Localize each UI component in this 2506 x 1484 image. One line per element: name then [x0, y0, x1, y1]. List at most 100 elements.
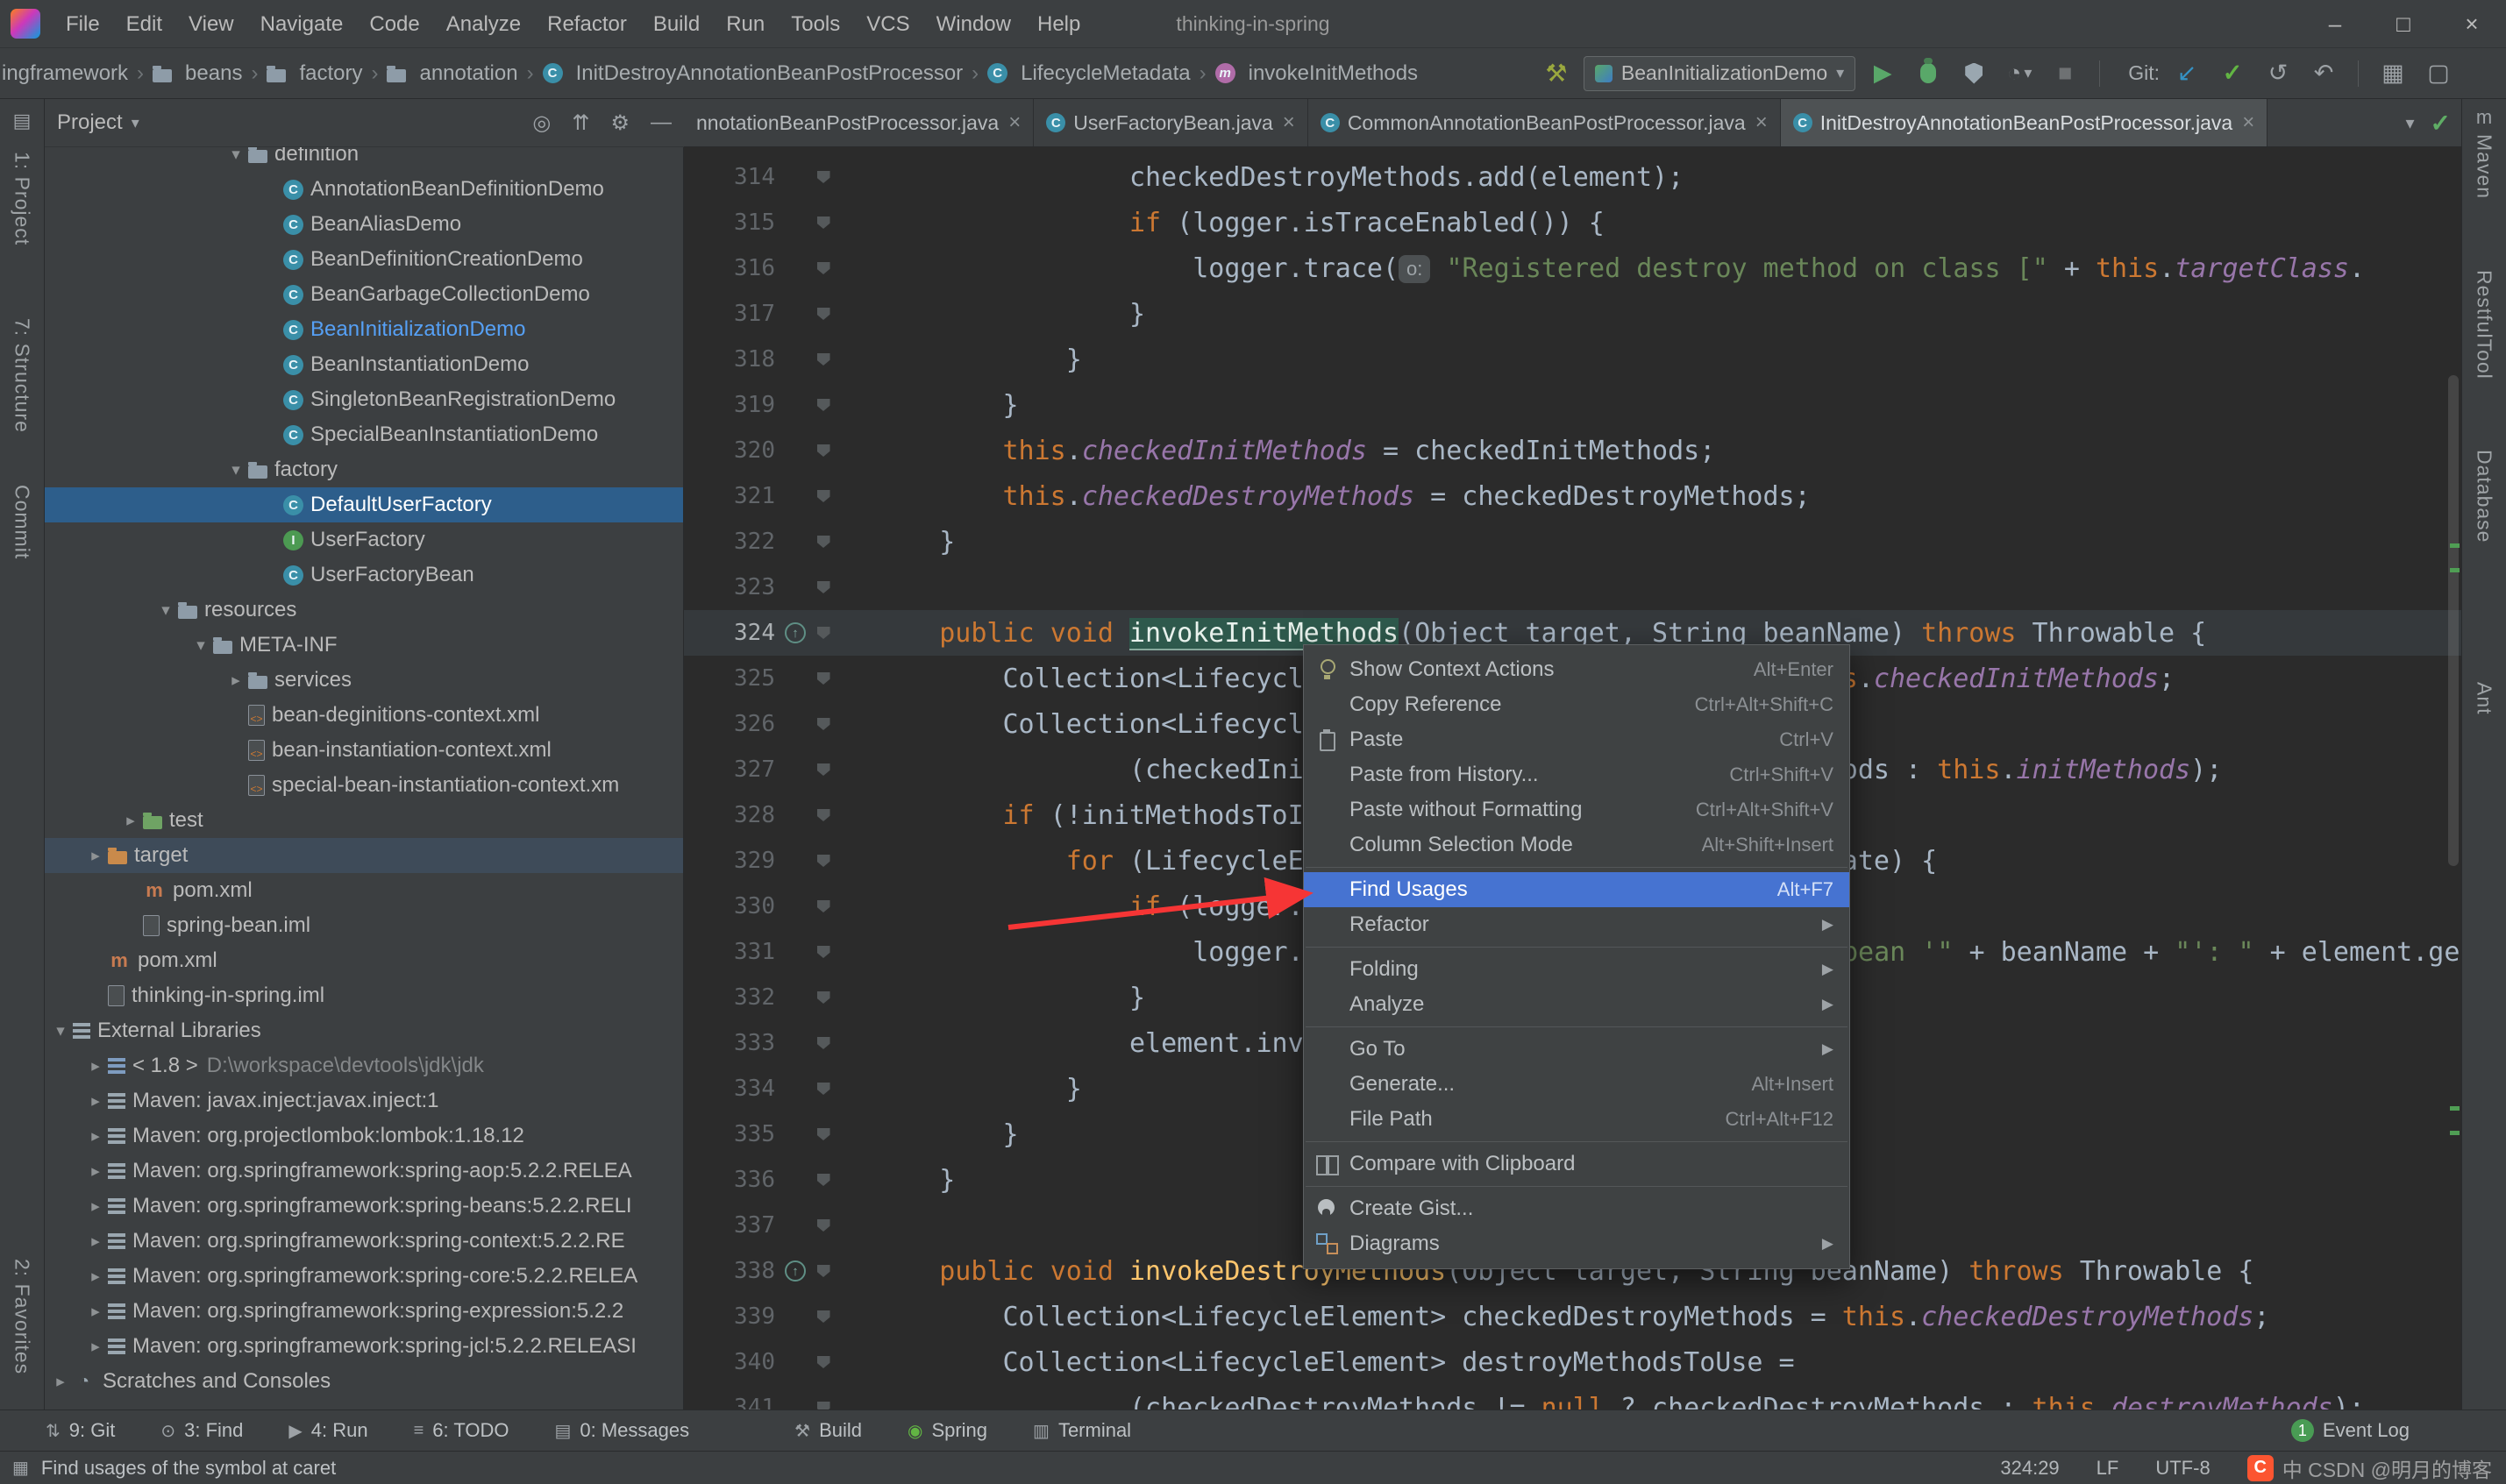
- tool-window-button-3-find[interactable]: ⊙3: Find: [160, 1419, 243, 1442]
- wrench-icon[interactable]: ⚒: [1538, 55, 1575, 92]
- tree-item-maven-org-springframework-spring-aop-5-2-2-relea[interactable]: ▸Maven: org.springframework:spring-aop:5…: [45, 1154, 683, 1189]
- tree-item-definition[interactable]: ▾definition: [45, 147, 683, 172]
- fold-marker-icon[interactable]: [810, 353, 837, 366]
- editor-tab-commonannotationbeanpostprocessor-java[interactable]: CCommonAnnotationBeanPostProcessor.java×: [1308, 99, 1781, 146]
- tool-window-button-ant[interactable]: Ant: [2473, 682, 2496, 715]
- menu-build[interactable]: Build: [640, 12, 713, 36]
- code-text[interactable]: this.checkedInitMethods = checkedInitMet…: [837, 436, 1715, 466]
- show-context-actions-menu-item[interactable]: Show Context ActionsAlt+Enter: [1304, 652, 1849, 687]
- tree-item-maven-org-springframework-spring-jcl-5-2-2-releasi[interactable]: ▸Maven: org.springframework:spring-jcl:5…: [45, 1329, 683, 1364]
- code-text[interactable]: }: [837, 299, 1145, 330]
- expand-arrow-icon[interactable]: ▸: [118, 811, 143, 831]
- tree-item-beaninitializationdemo[interactable]: CBeanInitializationDemo: [45, 312, 683, 347]
- code-text[interactable]: Collection<LifecycleElement> destroyMeth…: [837, 1347, 1795, 1378]
- expand-arrow-icon[interactable]: ▸: [83, 1091, 108, 1111]
- locate-file-icon[interactable]: ◎: [532, 110, 551, 136]
- tree-item-maven-javax-inject-javax-inject-1[interactable]: ▸Maven: javax.inject:javax.inject:1: [45, 1083, 683, 1118]
- editor-scrollbar[interactable]: [2448, 375, 2459, 866]
- tree-item-pom-xml[interactable]: mpom.xml: [45, 943, 683, 978]
- error-stripe-mark[interactable]: [2450, 1106, 2460, 1111]
- run-button[interactable]: ▶: [1864, 55, 1901, 92]
- history-button[interactable]: ↺: [2260, 55, 2296, 92]
- tool-window-button-terminal[interactable]: ▥Terminal: [1033, 1419, 1131, 1442]
- tree-item-defaultuserfactory[interactable]: CDefaultUserFactory: [45, 487, 683, 522]
- gear-icon[interactable]: ⚙: [610, 110, 630, 136]
- diagrams-menu-item[interactable]: Diagrams▶: [1304, 1226, 1849, 1261]
- tree-item-test[interactable]: ▸test: [45, 803, 683, 838]
- vcs-commit-button[interactable]: ✓: [2214, 55, 2251, 92]
- compare-with-clipboard-menu-item[interactable]: Compare with Clipboard: [1304, 1147, 1849, 1182]
- fold-marker-icon[interactable]: [810, 490, 837, 502]
- tree-item-maven-org-projectlombok-lombok-1-18-12[interactable]: ▸Maven: org.projectlombok:lombok:1.18.12: [45, 1118, 683, 1154]
- tool-window-button-9-git[interactable]: ⇅9: Git: [46, 1419, 115, 1442]
- fold-marker-icon[interactable]: [810, 1174, 837, 1186]
- expand-arrow-icon[interactable]: ▸: [83, 1196, 108, 1217]
- event-log-button[interactable]: 1 Event Log: [2291, 1419, 2410, 1442]
- menu-window[interactable]: Window: [923, 12, 1024, 36]
- editor-tab-nnotationbeanpostprocessor-java[interactable]: nnotationBeanPostProcessor.java×: [684, 99, 1034, 146]
- close-tab-icon[interactable]: ×: [1755, 110, 1768, 135]
- tree-item-bean-deginitions-context-xml[interactable]: <>bean-deginitions-context.xml: [45, 698, 683, 733]
- expand-arrow-icon[interactable]: ▾: [48, 1021, 73, 1041]
- coverage-button[interactable]: [1955, 55, 1992, 92]
- expand-arrow-icon[interactable]: ▸: [83, 1267, 108, 1287]
- fold-marker-icon[interactable]: [810, 308, 837, 320]
- code-text[interactable]: }: [837, 1074, 1082, 1104]
- vcs-update-button[interactable]: ↙: [2168, 55, 2205, 92]
- breadcrumb-item-beans[interactable]: beans: [153, 61, 242, 86]
- encoding-indicator[interactable]: UTF-8: [2155, 1457, 2210, 1480]
- tree-item-specialbeaninstantiationdemo[interactable]: CSpecialBeanInstantiationDemo: [45, 417, 683, 452]
- analyze-menu-item[interactable]: Analyze▶: [1304, 987, 1849, 1022]
- breadcrumb-item-ingframework[interactable]: ingframework: [2, 61, 128, 86]
- breadcrumb-item-initdestroyannotationbeanpostprocessor[interactable]: CInitDestroyAnnotationBeanPostProcessor: [543, 61, 964, 86]
- collapse-all-icon[interactable]: ⇈: [572, 110, 589, 136]
- fold-marker-icon[interactable]: [810, 536, 837, 548]
- paste-without-formatting-menu-item[interactable]: Paste without FormattingCtrl+Alt+Shift+V: [1304, 792, 1849, 827]
- profiler-button[interactable]: ◔▾: [2001, 55, 2038, 92]
- fold-marker-icon[interactable]: [810, 672, 837, 685]
- fold-marker-icon[interactable]: [810, 1083, 837, 1095]
- code-text[interactable]: (checkedDestroyMethods != null ? checked…: [837, 1393, 2365, 1410]
- tree-item-pom-xml[interactable]: mpom.xml: [45, 873, 683, 908]
- run-config-selector[interactable]: BeanInitializationDemo ▾: [1584, 56, 1855, 91]
- fold-marker-icon[interactable]: [810, 1402, 837, 1409]
- code-text[interactable]: if (logger.isTraceEnabled()) {: [837, 208, 1605, 238]
- tree-item-userfactory[interactable]: IUserFactory: [45, 522, 683, 557]
- code-text[interactable]: }: [837, 1119, 1019, 1150]
- expand-arrow-icon[interactable]: ▾: [224, 147, 248, 165]
- tool-window-button-spring[interactable]: ◉Spring: [908, 1419, 987, 1442]
- stop-button[interactable]: ■: [2047, 55, 2083, 92]
- expand-arrow-icon[interactable]: ▸: [83, 1232, 108, 1252]
- menu-help[interactable]: Help: [1024, 12, 1093, 36]
- fold-marker-icon[interactable]: [810, 900, 837, 912]
- hide-panel-icon[interactable]: —: [651, 110, 672, 136]
- close-tab-icon[interactable]: ×: [1283, 110, 1295, 135]
- tree-item-1-8[interactable]: ▸< 1.8 > D:\workspace\devtools\jdk\jdk: [45, 1048, 683, 1083]
- code-text[interactable]: }: [837, 390, 1019, 421]
- tree-item-factory[interactable]: ▾factory: [45, 452, 683, 487]
- fold-marker-icon[interactable]: [810, 855, 837, 867]
- tree-item-maven-org-springframework-spring-core-5-2-2-relea[interactable]: ▸Maven: org.springframework:spring-core:…: [45, 1259, 683, 1294]
- minimize-button[interactable]: –: [2301, 0, 2369, 48]
- expand-arrow-icon[interactable]: ▾: [224, 460, 248, 480]
- column-selection-mode-menu-item[interactable]: Column Selection ModeAlt+Shift+Insert: [1304, 827, 1849, 863]
- code-text[interactable]: }: [837, 983, 1145, 1013]
- menu-run[interactable]: Run: [713, 12, 778, 36]
- fold-marker-icon[interactable]: [810, 1265, 837, 1277]
- code-text[interactable]: checkedDestroyMethods.add(element);: [837, 162, 1684, 193]
- menu-tools[interactable]: Tools: [778, 12, 853, 36]
- monitor-icon[interactable]: ▢: [2420, 55, 2457, 92]
- project-view-selector[interactable]: Project: [57, 110, 123, 135]
- fold-marker-icon[interactable]: [810, 1219, 837, 1232]
- tree-item-maven-org-springframework-spring-context-5-2-2-re[interactable]: ▸Maven: org.springframework:spring-conte…: [45, 1224, 683, 1259]
- tree-item-singletonbeanregistrationdemo[interactable]: CSingletonBeanRegistrationDemo: [45, 382, 683, 417]
- menu-edit[interactable]: Edit: [113, 12, 175, 36]
- breadcrumb-item-invokeinitmethods[interactable]: minvokeInitMethods: [1215, 61, 1418, 86]
- maximize-button[interactable]: □: [2369, 0, 2438, 48]
- code-text[interactable]: logger.trace(o: "Registered destroy meth…: [837, 253, 2365, 284]
- error-stripe-mark[interactable]: [2450, 568, 2460, 572]
- tree-item-thinking-in-spring-iml[interactable]: thinking-in-spring.iml: [45, 978, 683, 1013]
- close-button[interactable]: ×: [2438, 0, 2506, 48]
- go-to-menu-item[interactable]: Go To▶: [1304, 1032, 1849, 1067]
- editor-tab-userfactorybean-java[interactable]: CUserFactoryBean.java×: [1034, 99, 1308, 146]
